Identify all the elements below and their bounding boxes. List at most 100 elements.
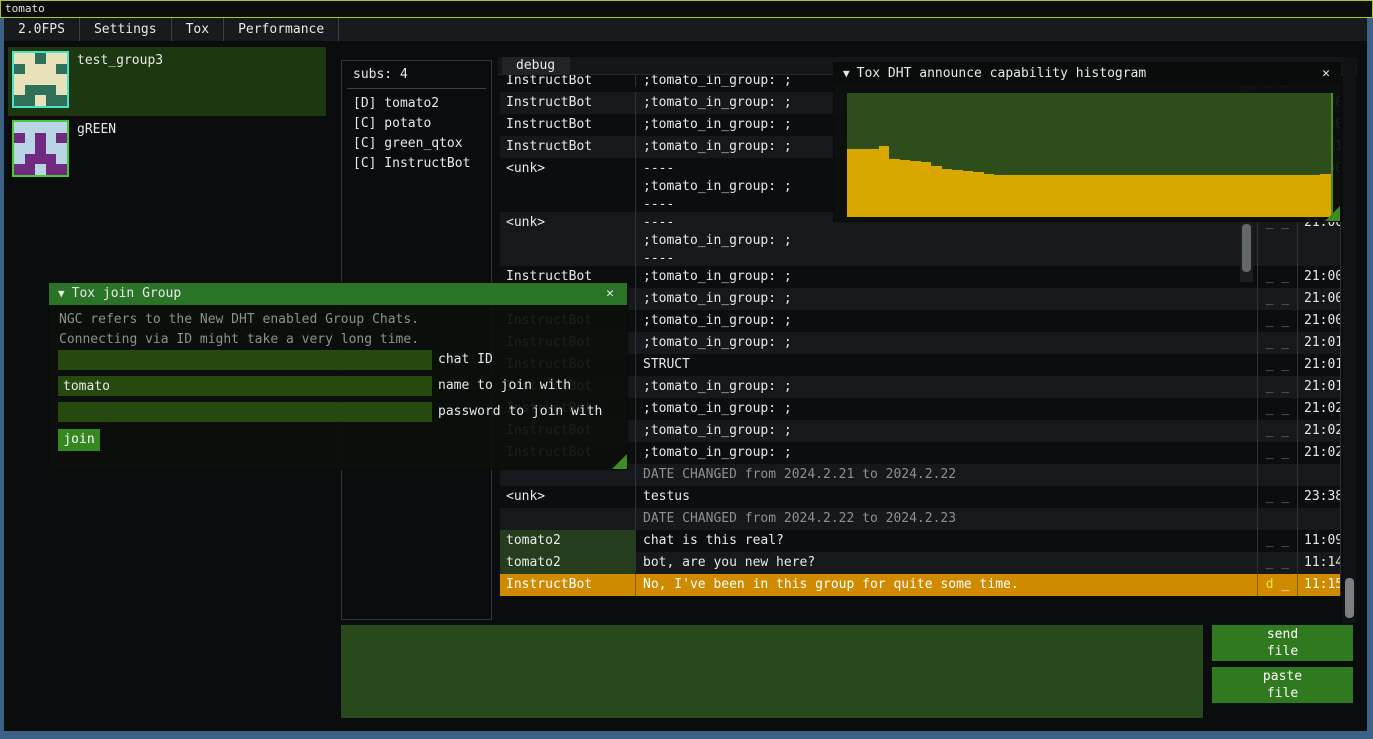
window-title: tomato <box>5 2 45 15</box>
histogram-bar <box>1110 175 1121 217</box>
join-password-field[interactable] <box>58 402 432 422</box>
message-timestamp: 21:00 <box>1297 266 1341 288</box>
menu-item-performance[interactable]: Performance <box>224 18 339 41</box>
message-sender: <unk> <box>500 212 635 266</box>
group-item-gREEN[interactable]: gREEN <box>8 116 326 176</box>
avatar-pixel <box>46 85 57 96</box>
histogram-bar <box>942 169 953 217</box>
chat-id-label: chat ID <box>438 352 493 367</box>
chat-id-field[interactable] <box>58 350 432 370</box>
histogram-bar <box>889 159 900 217</box>
histogram-bar <box>994 175 1005 217</box>
histogram-window-titlebar[interactable]: ▼ Tox DHT announce capability histogram <box>834 63 1340 85</box>
histogram-bar <box>868 149 879 217</box>
collapse-arrow-icon[interactable]: ▼ <box>58 283 65 305</box>
member-row-potato[interactable]: [C] potato <box>353 114 470 134</box>
chat-scrollbar-thumb[interactable] <box>1345 578 1354 618</box>
join-window-titlebar[interactable]: ▼Tox join Group <box>49 283 627 305</box>
histogram-bar <box>1184 175 1195 217</box>
chat-row[interactable]: <unk>testus_ _23:38 <box>500 486 1341 508</box>
avatar-pixel <box>35 85 46 96</box>
avatar-pixel <box>14 53 25 64</box>
chat-row[interactable]: tomato2bot, are you new here?_ _11:14 <box>500 552 1341 574</box>
collapse-arrow-icon[interactable]: ▼ <box>843 63 850 85</box>
chat-row[interactable]: InstructBotNo, I've been in this group f… <box>500 574 1341 596</box>
histogram-bar <box>1299 175 1310 217</box>
group-item-test_group3[interactable]: test_group3 <box>8 47 326 116</box>
menu-item-2-0fps[interactable]: 2.0FPS <box>4 18 80 41</box>
message-timestamp: 21:00 <box>1297 310 1341 332</box>
histogram-bar <box>1068 175 1079 217</box>
message-status: _ _ <box>1257 266 1297 288</box>
histogram-window-title: Tox DHT announce capability histogram <box>857 66 1147 81</box>
avatar-pixel <box>46 74 57 85</box>
message-status <box>1257 508 1297 530</box>
avatar-pixel <box>35 122 46 133</box>
join-info-line-1: NGC refers to the New DHT enabled Group … <box>59 312 419 327</box>
close-icon[interactable]: ✕ <box>602 286 618 302</box>
chat-row[interactable]: tomato2chat is this real?_ _11:09 <box>500 530 1341 552</box>
histogram-bar <box>1120 175 1131 217</box>
message-text: ;tomato_in_group: ; <box>635 420 1257 442</box>
histogram-bar <box>1152 175 1163 217</box>
menu-item-tox[interactable]: Tox <box>172 18 224 41</box>
histogram-bar <box>1310 175 1321 217</box>
chat-row[interactable]: DATE CHANGED from 2024.2.22 to 2024.2.23 <box>500 508 1341 530</box>
message-status: _ _ <box>1257 530 1297 552</box>
histogram-bar <box>931 166 942 217</box>
avatar-pixel <box>14 85 25 96</box>
menubar: 2.0FPSSettingsToxPerformance <box>4 18 1367 41</box>
message-sender: tomato2 <box>500 530 635 552</box>
window-titlebar[interactable]: tomato <box>0 0 1373 18</box>
avatar-pixel <box>46 95 57 106</box>
chat-scrollbar-track[interactable] <box>1343 57 1356 623</box>
avatar-pixel <box>56 143 67 154</box>
message-timestamp: 21:02 <box>1297 398 1341 420</box>
inner-scrollbar-thumb[interactable] <box>1242 224 1251 272</box>
message-status: _ _ <box>1257 486 1297 508</box>
message-status: _ _ <box>1257 310 1297 332</box>
send-file-button[interactable]: send file <box>1212 625 1353 661</box>
avatar-pixel <box>14 143 25 154</box>
message-timestamp: 21:01 <box>1297 376 1341 398</box>
resize-grip[interactable] <box>612 454 627 469</box>
histogram-bar <box>1057 175 1068 217</box>
join-info-line-2: Connecting via ID might take a very long… <box>59 332 419 347</box>
avatar-pixel <box>25 74 36 85</box>
join-name-field[interactable] <box>58 376 432 396</box>
close-icon[interactable]: ✕ <box>1318 66 1334 82</box>
member-row-tomato2[interactable]: [D] tomato2 <box>353 94 470 114</box>
member-row-green_qtox[interactable]: [C] green_qtox <box>353 134 470 154</box>
message-timestamp: 11:15 <box>1297 574 1341 596</box>
tab-debug[interactable]: debug <box>502 57 570 75</box>
member-row-InstructBot[interactable]: [C] InstructBot <box>353 154 470 174</box>
join-button[interactable]: join <box>58 429 100 451</box>
message-text: ;tomato_in_group: ; <box>635 288 1257 310</box>
avatar-pixel <box>35 95 46 106</box>
message-timestamp: 21:02 <box>1297 420 1341 442</box>
message-text: ;tomato_in_group: ; <box>635 376 1257 398</box>
avatar-pixel <box>25 64 36 75</box>
avatar-pixel <box>14 74 25 85</box>
histogram-bar <box>1278 175 1289 217</box>
menu-item-settings[interactable]: Settings <box>80 18 172 41</box>
histogram-bar <box>1047 175 1058 217</box>
join-group-window: ▼Tox join Group ✕ NGC refers to the New … <box>48 282 628 470</box>
paste-file-button[interactable]: paste file <box>1212 667 1353 703</box>
histogram-bar <box>963 171 974 217</box>
avatar-pixel <box>25 164 36 175</box>
app-window: tomato 2.0FPSSettingsToxPerformance test… <box>0 0 1373 739</box>
avatar-pixel <box>14 64 25 75</box>
message-text: No, I've been in this group for quite so… <box>635 574 1257 596</box>
histogram-bar <box>973 172 984 217</box>
message-timestamp: 21:02 <box>1297 442 1341 464</box>
message-input[interactable] <box>341 625 1203 718</box>
resize-grip[interactable] <box>1325 206 1340 221</box>
message-sender: InstructBot <box>500 114 635 136</box>
message-status: _ _ <box>1257 354 1297 376</box>
message-text: STRUCT <box>635 354 1257 376</box>
message-text: ;tomato_in_group: ; <box>635 442 1257 464</box>
histogram-bar <box>1036 175 1047 217</box>
histogram-bar <box>952 170 963 217</box>
avatar-pixel <box>56 85 67 96</box>
